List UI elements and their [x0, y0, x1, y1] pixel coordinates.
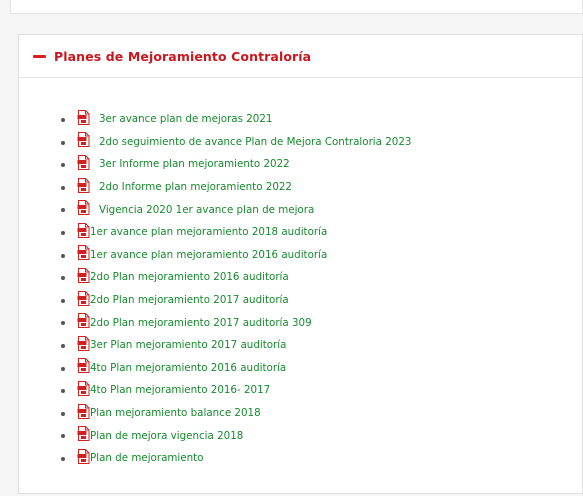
document-link[interactable]: 3er Informe plan mejoramiento 2022: [99, 158, 290, 170]
document-link[interactable]: 2do Plan mejoramiento 2017 auditoría: [90, 294, 289, 306]
document-link[interactable]: 4to Plan mejoramiento 2016- 2017: [90, 384, 270, 396]
list-item: 3er Informe plan mejoramiento 2022: [61, 153, 582, 176]
list-item: 2do Plan mejoramiento 2017 auditoría 309: [61, 311, 582, 334]
list-item: 2do Plan mejoramiento 2016 auditoría: [61, 266, 582, 289]
pdf-file-icon[interactable]: [77, 290, 90, 306]
document-list: 3er avance plan de mejoras 2021 2do segui…: [19, 78, 582, 470]
list-item: 1er avance plan mejoramiento 2016 audito…: [61, 244, 582, 267]
document-link[interactable]: 2do Plan mejoramiento 2016 auditoría: [90, 271, 289, 283]
pdf-file-icon[interactable]: [77, 380, 90, 396]
pdf-file-icon[interactable]: [77, 200, 90, 216]
previous-panel-bottom: [10, 0, 583, 14]
pdf-file-icon[interactable]: [77, 313, 90, 329]
document-link[interactable]: 2do seguimiento de avance Plan de Mejora…: [99, 136, 411, 148]
bullet: [61, 253, 65, 258]
list-item: Plan mejoramiento balance 2018: [61, 402, 582, 425]
bullet: [61, 208, 65, 213]
pdf-file-icon[interactable]: [77, 154, 90, 170]
document-link[interactable]: 3er avance plan de mejoras 2021: [99, 113, 272, 125]
bullet: [61, 389, 65, 394]
bullet: [61, 411, 65, 416]
pdf-file-icon[interactable]: [77, 109, 90, 125]
pdf-file-icon[interactable]: [77, 245, 90, 261]
document-link[interactable]: 4to Plan mejoramiento 2016 auditoría: [90, 362, 286, 374]
document-link[interactable]: 1er avance plan mejoramiento 2016 audito…: [90, 249, 327, 261]
panel-header[interactable]: Planes de Mejoramiento Contraloría: [19, 35, 582, 78]
pdf-file-icon[interactable]: [77, 403, 90, 419]
list-item: 2do Plan mejoramiento 2017 auditoría: [61, 289, 582, 312]
list-item: 1er avance plan mejoramiento 2018 audito…: [61, 221, 582, 244]
bullet: [61, 230, 65, 235]
bullet: [61, 434, 65, 439]
bullet: [61, 366, 65, 371]
list-item: Vigencia 2020 1er avance plan de mejora: [61, 198, 582, 221]
panel-title[interactable]: Planes de Mejoramiento Contraloría: [54, 49, 311, 64]
document-link[interactable]: Vigencia 2020 1er avance plan de mejora: [99, 204, 314, 216]
pdf-file-icon[interactable]: [77, 222, 90, 238]
bullet: [61, 185, 65, 190]
pdf-file-icon[interactable]: [77, 358, 90, 374]
bullet: [61, 140, 65, 145]
bullet: [61, 276, 65, 281]
minus-icon[interactable]: [33, 54, 46, 58]
list-item: 2do seguimiento de avance Plan de Mejora…: [61, 131, 582, 154]
pdf-file-icon[interactable]: [77, 177, 90, 193]
bullet: [61, 456, 65, 461]
accordion-panel: Planes de Mejoramiento Contraloría 3er a…: [18, 34, 583, 494]
list-item: 4to Plan mejoramiento 2016- 2017: [61, 379, 582, 402]
pdf-file-icon[interactable]: [77, 335, 90, 351]
document-link[interactable]: 2do Informe plan mejoramiento 2022: [99, 181, 292, 193]
document-link[interactable]: 2do Plan mejoramiento 2017 auditoría 309: [90, 317, 312, 329]
bullet: [61, 298, 65, 303]
document-link[interactable]: 1er avance plan mejoramiento 2018 audito…: [90, 226, 327, 238]
list-item: 4to Plan mejoramiento 2016 auditoría: [61, 357, 582, 380]
pdf-file-icon[interactable]: [77, 132, 90, 148]
pdf-file-icon[interactable]: [77, 267, 90, 283]
pdf-file-icon[interactable]: [77, 448, 90, 464]
bullet: [61, 163, 65, 168]
bullet: [61, 118, 65, 122]
bullet: [61, 343, 65, 348]
list-item: Plan de mejora vigencia 2018: [61, 424, 582, 447]
list-item: 3er Plan mejoramiento 2017 auditoría: [61, 334, 582, 357]
document-link[interactable]: Plan mejoramiento balance 2018: [90, 407, 261, 419]
document-link[interactable]: Plan de mejora vigencia 2018: [90, 430, 243, 442]
bullet: [61, 321, 65, 326]
document-link[interactable]: Plan de mejoramiento: [90, 452, 203, 464]
list-item: 2do Informe plan mejoramiento 2022: [61, 176, 582, 199]
list-item: 3er avance plan de mejoras 2021: [61, 108, 582, 131]
pdf-file-icon[interactable]: [77, 426, 90, 442]
list-item: Plan de mejoramiento: [61, 447, 582, 470]
document-link[interactable]: 3er Plan mejoramiento 2017 auditoría: [90, 339, 286, 351]
